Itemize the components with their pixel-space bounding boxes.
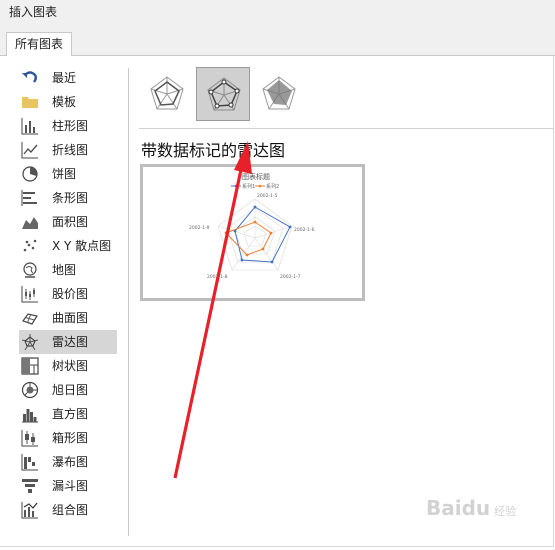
- axis-label-4: 2002-1-8: [207, 274, 228, 280]
- column-chart-icon: [21, 118, 38, 135]
- radar-markers-icon: [207, 77, 241, 111]
- sidebar-item-waterfall[interactable]: 瀑布图: [19, 450, 117, 474]
- treemap-chart-icon: [21, 357, 39, 375]
- area-chart-icon: [22, 217, 38, 229]
- subtype-radar[interactable]: [140, 67, 194, 121]
- axis-label-3: 2002-1-7: [280, 274, 301, 280]
- radar-grid: [217, 198, 293, 271]
- folder-icon: [22, 97, 38, 108]
- sidebar-item-combo[interactable]: 组合图: [19, 498, 117, 522]
- waterfall-chart-icon: [21, 454, 38, 471]
- legend-label-series1: 系列1: [242, 183, 255, 190]
- subtype-divider: [139, 128, 553, 129]
- histogram-chart-icon: [22, 409, 38, 423]
- legend-marker-series1: [234, 184, 238, 188]
- sidebar-divider: [128, 68, 129, 536]
- legend-label-series2: 系列2: [266, 183, 279, 190]
- stock-chart-icon: [21, 286, 38, 303]
- watermark: Baidu 经验: [426, 496, 516, 520]
- subtype-filled-radar[interactable]: [252, 67, 306, 121]
- tab-strip: 所有图表: [0, 24, 555, 56]
- sidebar-item-column[interactable]: 柱形图: [19, 114, 117, 138]
- undo-arrow-icon: [22, 71, 37, 83]
- sidebar-item-sunburst[interactable]: 旭日图: [19, 378, 117, 402]
- dialog-titlebar: 插入图表: [0, 0, 555, 24]
- preview-chart-title: 图表标题: [242, 172, 270, 181]
- funnel-chart-icon: [22, 479, 38, 493]
- radar-icon: [150, 76, 184, 110]
- sidebar-item-map[interactable]: 地图: [19, 258, 117, 282]
- axis-label-5: 2002-1-9: [189, 225, 210, 231]
- sidebar-item-pie[interactable]: 饼图: [19, 162, 117, 186]
- combo-chart-icon: [21, 502, 38, 519]
- surface-chart-icon: [22, 313, 38, 325]
- sidebar-item-funnel[interactable]: 漏斗图: [19, 474, 117, 498]
- sidebar-item-bar[interactable]: 条形图: [19, 186, 117, 210]
- sidebar-item-templates[interactable]: 模板: [19, 90, 117, 114]
- sidebar-item-radar[interactable]: 雷达图: [19, 330, 117, 354]
- sidebar-item-treemap[interactable]: 树状图: [19, 354, 117, 378]
- chart-type-list: 最近 模板 柱形图 折线图 饼图 条形图 面积图 X Y 散点图 地图 股价图 …: [19, 66, 117, 522]
- bar-chart-icon: [21, 190, 37, 206]
- filled-radar-icon: [262, 76, 296, 110]
- line-chart-icon: [21, 142, 38, 159]
- sidebar-item-line[interactable]: 折线图: [19, 138, 117, 162]
- chart-preview[interactable]: 图表标题 系列1 系列2 2002-1-5 2002-1-6 2002-1-7 …: [140, 164, 365, 301]
- dialog-title: 插入图表: [9, 5, 58, 19]
- sidebar-item-scatter[interactable]: X Y 散点图: [19, 234, 117, 258]
- sidebar-item-histogram[interactable]: 直方图: [19, 402, 117, 426]
- tab-all-charts[interactable]: 所有图表: [6, 32, 73, 56]
- sidebar-item-box-whisker[interactable]: 箱形图: [19, 426, 117, 450]
- watermark-brand: Baidu: [426, 496, 491, 520]
- sidebar-item-area[interactable]: 面积图: [19, 210, 117, 234]
- subtype-radar-with-markers[interactable]: [196, 67, 250, 121]
- sidebar-item-recent[interactable]: 最近: [19, 66, 117, 90]
- map-chart-icon: [23, 262, 37, 278]
- sidebar-item-stock[interactable]: 股价图: [19, 282, 117, 306]
- sunburst-chart-icon: [21, 381, 39, 399]
- box-whisker-chart-icon: [21, 430, 38, 447]
- axis-label-1: 2002-1-5: [257, 193, 278, 199]
- radar-preview-chart: 图表标题 系列1 系列2 2002-1-5 2002-1-6 2002-1-7 …: [189, 172, 315, 280]
- subtype-title: 带数据标记的雷达图: [141, 141, 286, 160]
- legend-marker-series2: [258, 184, 262, 188]
- watermark-suffix: 经验: [494, 505, 517, 518]
- axis-label-2: 2002-1-6: [294, 227, 315, 233]
- sidebar-item-surface[interactable]: 曲面图: [19, 306, 117, 330]
- radar-chart-icon: [21, 334, 39, 351]
- pie-chart-icon: [22, 166, 38, 182]
- scatter-chart-icon: [23, 239, 37, 252]
